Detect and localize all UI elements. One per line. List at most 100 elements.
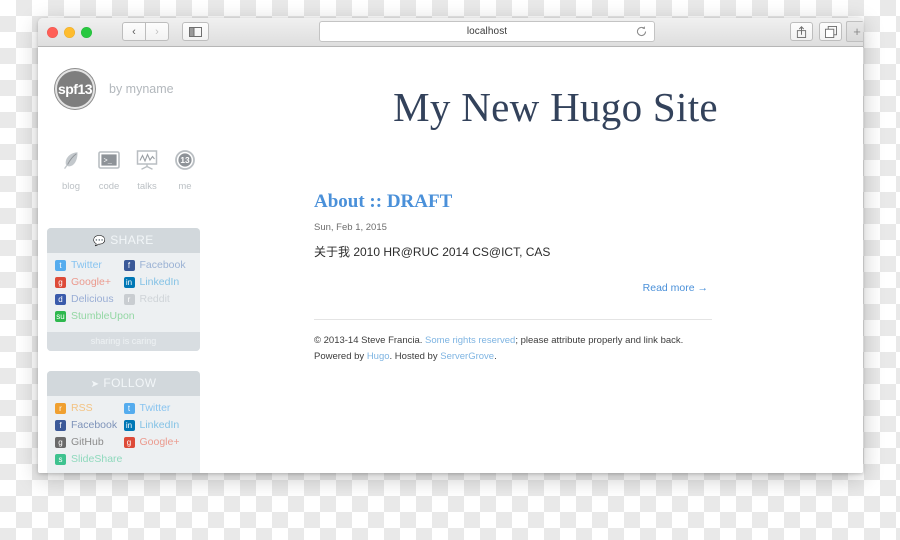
zoom-button[interactable]	[81, 27, 92, 38]
share-button[interactable]	[790, 22, 813, 41]
show-tabs-button[interactable]	[819, 22, 842, 41]
share-link-delicious[interactable]: d Delicious	[55, 294, 124, 305]
share-link-google-[interactable]: g Google+	[55, 277, 124, 288]
share-link-label: LinkedIn	[139, 276, 180, 289]
footer-hosted-prefix: . Hosted by	[389, 350, 438, 362]
follow-link-label: RSS	[71, 402, 93, 415]
follow-link-github[interactable]: g GitHub	[55, 437, 124, 448]
sidebar-item-blog[interactable]: blog	[52, 148, 90, 192]
twitter-icon: t	[55, 260, 66, 271]
share-link-label: Reddit	[139, 293, 170, 306]
chevron-right-icon: ›	[155, 25, 159, 38]
servergrove-link[interactable]: ServerGrove	[440, 351, 494, 362]
share-link-reddit[interactable]: r Reddit	[123, 293, 193, 306]
slideshare-icon: s	[55, 454, 66, 465]
feather-icon	[52, 148, 90, 172]
browser-toolbar: ‹ › localhost +	[38, 18, 863, 47]
circle-13-icon: 13	[166, 148, 204, 172]
stumbleupon-icon: su	[55, 311, 66, 322]
footer-copyright-suffix: ; please attribute properly and link bac…	[515, 335, 684, 346]
svg-text:>_: >_	[104, 158, 113, 166]
sidebar-item-talks[interactable]: talks	[128, 148, 166, 192]
sidebar-item-label: code	[98, 181, 120, 192]
share-bubble-icon: 💬	[93, 236, 107, 247]
sidebar-toggle-button[interactable]	[182, 22, 209, 41]
github-icon: g	[55, 437, 66, 448]
share-widget-header: 💬 SHARE	[47, 228, 200, 253]
delicious-icon: d	[55, 294, 66, 305]
share-links-list: t Twitter f Facebook g Google+ in LinkedIn d Deli…	[47, 253, 200, 332]
follow-link-label: LinkedIn	[139, 419, 180, 432]
sidebar-item-label: blog	[62, 181, 80, 192]
rss-icon: r	[55, 403, 66, 414]
footer-powered-prefix: Powered by	[314, 350, 365, 362]
post-excerpt: 关于我 2010 HR@RUC 2014 CS@ICT, CAS	[314, 245, 551, 259]
site-nav: blog >_ code talks 13 me	[38, 148, 248, 192]
terminal-icon: >_	[90, 148, 128, 172]
follow-widget-header: ➤ FOLLOW	[47, 371, 200, 396]
paper-plane-icon: ➤	[90, 379, 100, 390]
share-link-linkedin[interactable]: in LinkedIn	[123, 276, 193, 289]
google-plus-icon: g	[123, 437, 135, 448]
site-sidebar: spf13 by myname blog >_ code talks 13 me…	[38, 47, 248, 473]
site-footer: © 2013-14 Steve Francia. Some rights res…	[314, 333, 863, 364]
post-title-link[interactable]: About :: DRAFT	[314, 191, 774, 213]
site-byline: by myname	[109, 82, 174, 96]
follow-widget: ➤ FOLLOW r RSS t Twitter f Facebook in LinkedIn g…	[47, 371, 200, 473]
twitter-icon: t	[123, 403, 135, 414]
follow-link-label: Google+	[139, 436, 180, 449]
hugo-link[interactable]: Hugo	[367, 351, 390, 362]
chevron-left-icon: ‹	[132, 25, 136, 38]
sidebar-item-label: me	[178, 181, 192, 192]
share-link-stumbleupon[interactable]: su StumbleUpon	[55, 311, 135, 322]
site-brand[interactable]: spf13 by myname	[38, 69, 248, 109]
reddit-icon: r	[123, 294, 135, 305]
new-tab-button[interactable]: +	[846, 21, 863, 42]
share-link-label: Google+	[71, 276, 111, 289]
share-link-label: StumbleUpon	[71, 310, 135, 323]
google-plus-icon: g	[55, 277, 66, 288]
share-link-label: Twitter	[71, 259, 102, 272]
footer-copyright-line: © 2013-14 Steve Francia. Some rights res…	[314, 333, 863, 349]
follow-link-linkedin[interactable]: in LinkedIn	[123, 419, 193, 432]
follow-link-rss[interactable]: r RSS	[55, 403, 124, 414]
page-title: My New Hugo Site	[393, 84, 718, 130]
read-more-link[interactable]: Read more →	[248, 282, 708, 294]
follow-links-list: r RSS t Twitter f Facebook in LinkedIn g GitHub g G…	[47, 396, 200, 473]
follow-link-facebook[interactable]: f Facebook	[55, 420, 124, 431]
share-widget-footer: sharing is caring	[47, 332, 200, 351]
linkedin-icon: in	[123, 277, 135, 288]
minimize-button[interactable]	[64, 27, 75, 38]
presentation-chart-icon	[128, 148, 166, 172]
forward-button[interactable]: ›	[145, 22, 169, 41]
share-link-label: Facebook	[139, 259, 186, 272]
sidebar-item-label: talks	[137, 181, 157, 192]
sidebar-icon	[189, 26, 202, 37]
close-button[interactable]	[47, 27, 58, 38]
linkedin-icon: in	[123, 420, 135, 431]
facebook-icon: f	[123, 260, 135, 271]
follow-link-twitter[interactable]: t Twitter	[123, 402, 193, 415]
follow-link-label: Twitter	[139, 402, 171, 415]
post-summary: About :: DRAFT Sun, Feb 1, 2015 关于我 2010…	[314, 191, 774, 260]
address-bar[interactable]: localhost	[319, 21, 655, 42]
share-link-facebook[interactable]: f Facebook	[123, 259, 193, 272]
share-link-twitter[interactable]: t Twitter	[55, 260, 124, 271]
follow-link-google-[interactable]: g Google+	[123, 436, 193, 449]
follow-link-slideshare[interactable]: s SlideShare	[55, 454, 124, 465]
site-logo[interactable]: spf13	[55, 69, 95, 109]
svg-text:13: 13	[180, 155, 190, 165]
some-rights-reserved-link[interactable]: Some rights reserved	[425, 335, 515, 346]
follow-link-label: SlideShare	[71, 453, 123, 466]
back-button[interactable]: ‹	[122, 22, 146, 41]
follow-link-label: GitHub	[71, 436, 104, 449]
tabs-icon	[824, 25, 837, 38]
share-icon	[796, 25, 807, 38]
sidebar-item-code[interactable]: >_ code	[90, 148, 128, 192]
reload-icon[interactable]	[635, 25, 648, 38]
url-text: localhost	[466, 26, 508, 37]
footer-period: .	[494, 350, 497, 362]
page-viewport: spf13 by myname blog >_ code talks 13 me…	[38, 47, 863, 473]
follow-widget-title: FOLLOW	[103, 376, 157, 390]
sidebar-item-me[interactable]: 13 me	[166, 148, 204, 192]
